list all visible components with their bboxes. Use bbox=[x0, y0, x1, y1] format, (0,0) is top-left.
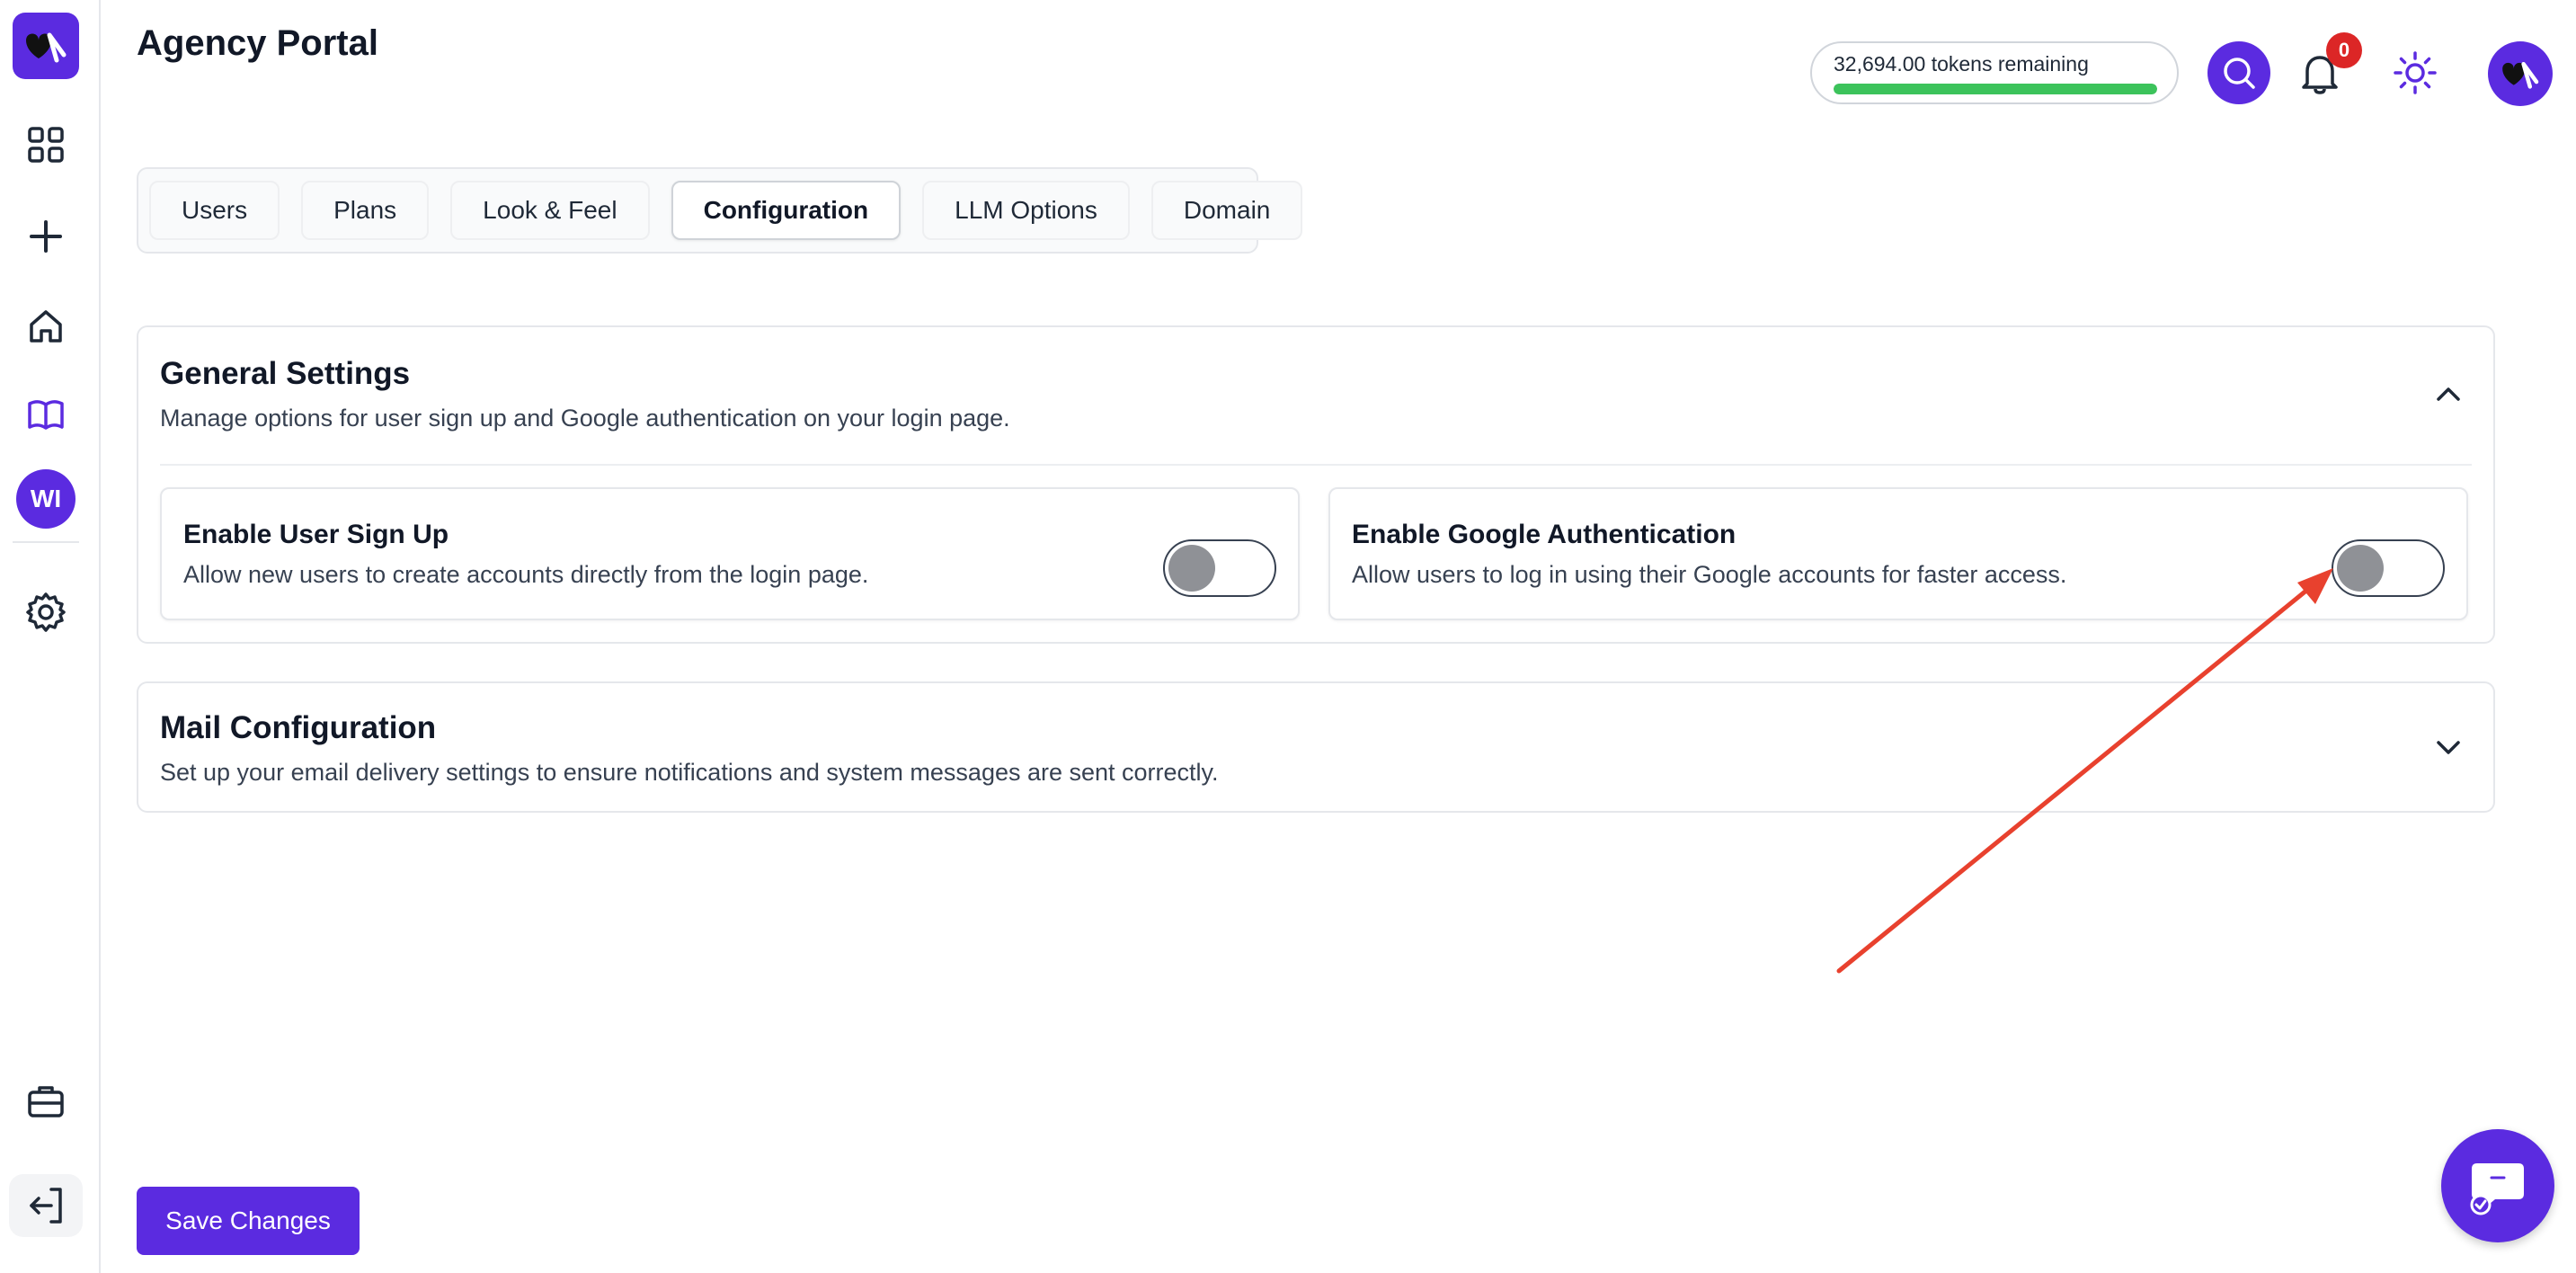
save-changes-button[interactable]: Save Changes bbox=[137, 1187, 360, 1255]
general-settings-description: Manage options for user sign up and Goog… bbox=[160, 405, 1010, 432]
sidebar-item-home[interactable] bbox=[13, 293, 79, 360]
tab-configuration[interactable]: Configuration bbox=[671, 181, 902, 240]
tab-llm-options[interactable]: LLM Options bbox=[922, 181, 1130, 240]
option-card-user-sign-up: Enable User Sign Up Allow new users to c… bbox=[160, 487, 1300, 620]
chevron-down-icon bbox=[2437, 741, 2460, 754]
tab-plans[interactable]: Plans bbox=[301, 181, 430, 240]
search-icon bbox=[2224, 58, 2255, 89]
mail-configuration-description: Set up your email delivery settings to e… bbox=[160, 759, 1219, 786]
tokens-remaining-text: 32,694.00 tokens remaining bbox=[1834, 52, 2089, 76]
sidebar-item-settings[interactable] bbox=[13, 579, 79, 645]
settings-tabs: Users Plans Look & Feel Configuration LL… bbox=[137, 167, 1303, 254]
google-auth-toggle[interactable] bbox=[2332, 539, 2445, 597]
option-description: Allow new users to create accounts direc… bbox=[183, 561, 869, 588]
logout-button[interactable] bbox=[9, 1174, 83, 1237]
tokens-progress-fill bbox=[1834, 84, 2157, 94]
toggle-knob bbox=[1168, 545, 1215, 592]
panel-divider bbox=[160, 464, 2472, 466]
brand-logo-icon bbox=[26, 32, 67, 63]
general-settings-panel: General Settings Manage options for user… bbox=[137, 325, 2495, 644]
notification-count-badge: 0 bbox=[2326, 32, 2362, 68]
app-root: WI Agency Portal 32,694.00 tokens remain… bbox=[0, 0, 2576, 1273]
brand-logo[interactable] bbox=[13, 13, 79, 79]
tab-look-and-feel[interactable]: Look & Feel bbox=[450, 181, 650, 240]
search-button[interactable] bbox=[2207, 41, 2270, 104]
toggle-knob bbox=[2337, 545, 2384, 592]
logout-icon bbox=[30, 1188, 62, 1224]
book-icon bbox=[28, 400, 64, 430]
brand-logo-icon bbox=[2502, 61, 2539, 89]
page-title: Agency Portal bbox=[137, 23, 378, 63]
tokens-progress-bar bbox=[1834, 84, 2157, 94]
mail-configuration-panel[interactable]: Mail Configuration Set up your email del… bbox=[137, 681, 2495, 813]
gear-icon bbox=[26, 592, 66, 632]
general-settings-title: General Settings bbox=[160, 356, 411, 391]
sun-icon bbox=[2394, 51, 2437, 94]
option-title: Enable Google Authentication bbox=[1352, 520, 1737, 549]
expand-mail-configuration-button[interactable] bbox=[2430, 730, 2466, 766]
chevron-up-icon bbox=[2437, 387, 2460, 401]
mail-configuration-title: Mail Configuration bbox=[160, 710, 437, 745]
theme-toggle-button[interactable] bbox=[2384, 41, 2447, 104]
collapse-general-settings-button[interactable] bbox=[2430, 376, 2466, 412]
sidebar-item-dashboard[interactable] bbox=[13, 111, 79, 178]
sidebar-item-portfolio[interactable] bbox=[13, 1068, 79, 1135]
tab-domain[interactable]: Domain bbox=[1150, 181, 1303, 240]
chat-icon bbox=[2470, 1163, 2524, 1215]
briefcase-icon bbox=[28, 1086, 64, 1117]
option-description: Allow users to log in using their Google… bbox=[1352, 561, 2067, 588]
option-title: Enable User Sign Up bbox=[183, 520, 449, 549]
sidebar: WI bbox=[0, 0, 101, 1273]
workspace-avatar[interactable]: WI bbox=[16, 469, 76, 529]
tokens-remaining-pill[interactable]: 32,694.00 tokens remaining bbox=[1810, 41, 2179, 104]
chat-support-button[interactable] bbox=[2441, 1129, 2554, 1242]
user-sign-up-toggle[interactable] bbox=[1163, 539, 1276, 597]
sidebar-item-create[interactable] bbox=[13, 203, 79, 270]
home-icon bbox=[30, 310, 62, 343]
plus-icon bbox=[30, 220, 62, 253]
sidebar-divider bbox=[13, 541, 79, 543]
option-card-google-auth: Enable Google Authentication Allow users… bbox=[1328, 487, 2468, 620]
grid-icon bbox=[28, 127, 64, 163]
notifications-button[interactable]: 0 bbox=[2288, 32, 2362, 104]
tab-users[interactable]: Users bbox=[149, 181, 280, 240]
user-avatar[interactable] bbox=[2488, 41, 2553, 106]
sidebar-item-library[interactable] bbox=[13, 381, 79, 448]
